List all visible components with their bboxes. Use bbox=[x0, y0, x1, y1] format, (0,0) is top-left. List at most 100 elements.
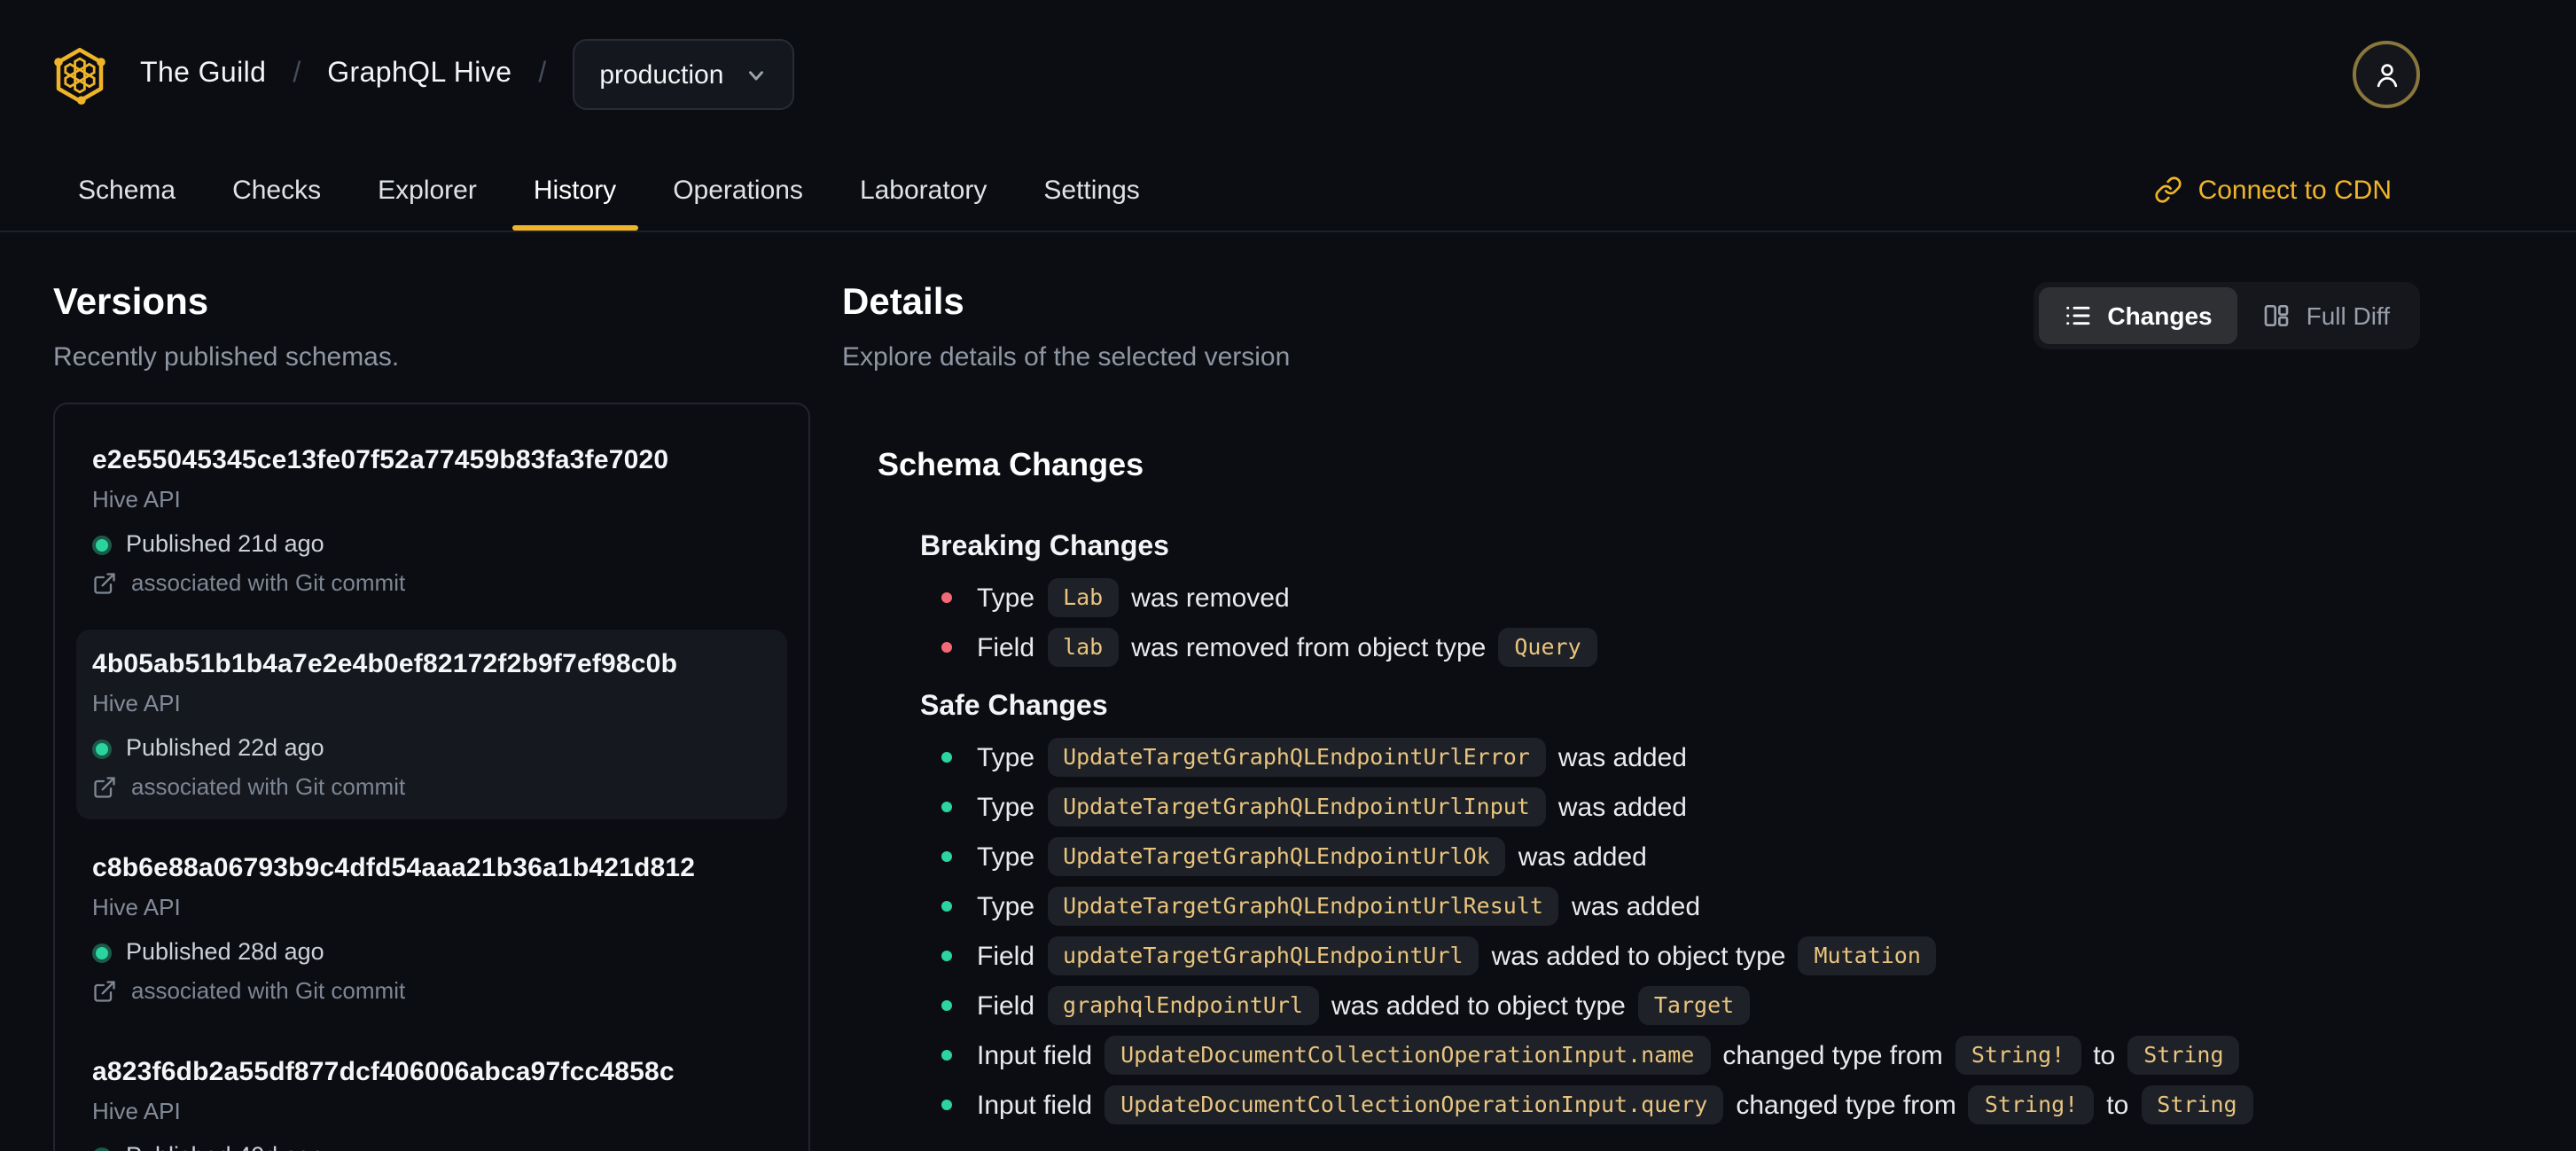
version-status: Published 40d ago bbox=[92, 1142, 771, 1151]
code-chip: UpdateTargetGraphQLEndpointUrlInput bbox=[1047, 787, 1546, 826]
change-text: was added bbox=[1557, 742, 1687, 772]
tab-explorer[interactable]: Explorer bbox=[378, 149, 477, 231]
version-status: Published 21d ago bbox=[92, 530, 771, 559]
change-text: to bbox=[2106, 1090, 2129, 1120]
code-chip: UpdateDocumentCollectionOperationInput.n… bbox=[1105, 1036, 1711, 1075]
connect-to-cdn-link[interactable]: Connect to CDN bbox=[2154, 149, 2392, 231]
code-chip: String bbox=[2141, 1085, 2253, 1124]
view-toggle-full-diff[interactable]: Full Diff bbox=[2237, 287, 2415, 344]
code-chip: UpdateTargetGraphQLEndpointUrlError bbox=[1047, 738, 1546, 777]
change-item: Field graphqlEndpointUrl was added to obje… bbox=[920, 986, 2420, 1025]
target-selector-dropdown[interactable]: production bbox=[573, 39, 795, 110]
chevron-down-icon bbox=[749, 70, 764, 80]
tab-schema[interactable]: Schema bbox=[78, 149, 176, 231]
change-text: Input field bbox=[977, 1040, 1093, 1070]
code-chip: String! bbox=[1955, 1036, 2081, 1075]
columns-icon bbox=[2264, 305, 2288, 326]
version-service: Hive API bbox=[92, 894, 181, 920]
breadcrumb-org[interactable]: The Guild bbox=[140, 59, 266, 90]
version-list-item[interactable]: c8b6e88a06793b9c4dfd54aaa21b36a1b421d812… bbox=[76, 834, 787, 1023]
version-status-label: Published 40d ago bbox=[126, 1142, 324, 1151]
tab-history[interactable]: History bbox=[512, 149, 637, 231]
version-status-label: Published 21d ago bbox=[126, 530, 324, 557]
code-chip: Mutation bbox=[1798, 936, 1937, 975]
connect-to-cdn-label: Connect to CDN bbox=[2197, 175, 2392, 205]
change-section-title: Safe Changes bbox=[920, 692, 1108, 722]
target-selector-value: production bbox=[599, 59, 724, 90]
change-text: Type bbox=[977, 792, 1035, 822]
change-text: Field bbox=[977, 632, 1035, 662]
change-text: to bbox=[2093, 1040, 2116, 1070]
change-item: Type Lab was removed bbox=[920, 578, 2420, 617]
version-status: Published 22d ago bbox=[92, 734, 771, 763]
code-chip: UpdateTargetGraphQLEndpointUrlResult bbox=[1047, 887, 1559, 926]
tab-settings[interactable]: Settings bbox=[1043, 149, 1139, 231]
breadcrumb: The Guild / GraphQL Hive / production bbox=[53, 39, 795, 110]
change-text: Type bbox=[977, 583, 1035, 613]
change-text: changed type from bbox=[1722, 1040, 1943, 1070]
change-text: changed type from bbox=[1736, 1090, 1956, 1120]
version-hash: 4b05ab51b1b4a7e2e4b0ef82172f2b9f7ef98c0b bbox=[92, 649, 678, 679]
code-chip: String! bbox=[1968, 1085, 2095, 1124]
details-header: Details Explore details of the selected … bbox=[842, 282, 2420, 374]
version-list-item[interactable]: a823f6db2a55df877dcf406006abca97fcc4858c… bbox=[76, 1037, 787, 1151]
change-text: Field bbox=[977, 941, 1035, 971]
change-item: Type UpdateTargetGraphQLEndpointUrlError w… bbox=[920, 738, 2420, 777]
code-chip: String bbox=[2127, 1036, 2240, 1075]
schema-changes-title: Schema Changes bbox=[878, 447, 1144, 482]
person-icon bbox=[2376, 63, 2397, 87]
external-link-icon bbox=[94, 777, 115, 798]
git-commit-link[interactable]: associated with Git commit bbox=[92, 977, 771, 1006]
tab-laboratory[interactable]: Laboratory bbox=[860, 149, 987, 231]
version-hash: a823f6db2a55df877dcf406006abca97fcc4858c bbox=[92, 1057, 675, 1087]
git-commit-label: associated with Git commit bbox=[131, 773, 406, 800]
code-chip: updateTargetGraphQLEndpointUrl bbox=[1047, 936, 1479, 975]
link-icon bbox=[2155, 176, 2182, 203]
version-status-label: Published 28d ago bbox=[126, 938, 324, 965]
version-list-item[interactable]: 4b05ab51b1b4a7e2e4b0ef82172f2b9f7ef98c0b… bbox=[76, 630, 787, 819]
code-chip: UpdateTargetGraphQLEndpointUrlOk bbox=[1047, 837, 1506, 876]
change-list: Type Lab was removed Field lab was removed fr… bbox=[920, 578, 2420, 667]
view-toggle-changes[interactable]: Changes bbox=[2038, 287, 2237, 344]
details-panel: Details Explore details of the selected … bbox=[842, 282, 2420, 1135]
tab-checks[interactable]: Checks bbox=[232, 149, 321, 231]
tab-list: Schema Checks Explorer History Operations Lab… bbox=[78, 149, 1140, 231]
published-dot-icon bbox=[92, 739, 112, 758]
version-hash: e2e55045345ce13fe07f52a77459b83fa3fe7020 bbox=[92, 445, 669, 475]
change-text: Type bbox=[977, 891, 1035, 921]
breadcrumb-project[interactable]: GraphQL Hive bbox=[327, 59, 511, 90]
tab-operations[interactable]: Operations bbox=[673, 149, 803, 231]
code-chip: graphqlEndpointUrl bbox=[1047, 986, 1319, 1025]
breadcrumb-separator: / bbox=[293, 59, 301, 89]
git-commit-link[interactable]: associated with Git commit bbox=[92, 773, 771, 802]
change-item: Type UpdateTargetGraphQLEndpointUrlOk was … bbox=[920, 837, 2420, 876]
details-title: Details bbox=[842, 282, 964, 323]
version-hash: c8b6e88a06793b9c4dfd54aaa21b36a1b421d812 bbox=[92, 853, 696, 883]
top-bar: The Guild / GraphQL Hive / production bbox=[0, 0, 2576, 149]
breadcrumb-separator: / bbox=[538, 59, 547, 89]
change-item: Input field UpdateDocumentCollectionOpera… bbox=[920, 1036, 2420, 1075]
change-text: was removed bbox=[1131, 583, 1290, 613]
change-text: was added to object type bbox=[1491, 941, 1786, 971]
version-status: Published 28d ago bbox=[92, 938, 771, 967]
details-title-block: Details Explore details of the selected … bbox=[842, 282, 1290, 374]
code-chip: Lab bbox=[1047, 578, 1120, 617]
hive-logo-icon[interactable] bbox=[53, 45, 106, 104]
graphql-hive-app: The Guild / GraphQL Hive / production Sc… bbox=[0, 0, 2576, 1151]
change-text: Type bbox=[977, 742, 1035, 772]
version-service: Hive API bbox=[92, 690, 181, 716]
versions-title: Versions bbox=[53, 282, 209, 323]
change-section: Breaking Changes Type Lab was removed Field… bbox=[920, 530, 2420, 667]
change-text: was added bbox=[1518, 842, 1647, 872]
change-text: was added bbox=[1571, 891, 1701, 921]
change-item: Type UpdateTargetGraphQLEndpointUrlInput w… bbox=[920, 787, 2420, 826]
code-chip: UpdateDocumentCollectionOperationInput.q… bbox=[1105, 1085, 1724, 1124]
version-status-label: Published 22d ago bbox=[126, 734, 324, 761]
versions-panel: Versions Recently published schemas. e2e… bbox=[53, 282, 810, 1151]
version-service: Hive API bbox=[92, 1098, 181, 1124]
change-text: Type bbox=[977, 842, 1035, 872]
user-avatar[interactable] bbox=[2353, 41, 2420, 108]
version-list-item[interactable]: e2e55045345ce13fe07f52a77459b83fa3fe7020… bbox=[76, 426, 787, 615]
git-commit-link[interactable]: associated with Git commit bbox=[92, 569, 771, 598]
versions-subtitle: Recently published schemas. bbox=[53, 342, 400, 372]
